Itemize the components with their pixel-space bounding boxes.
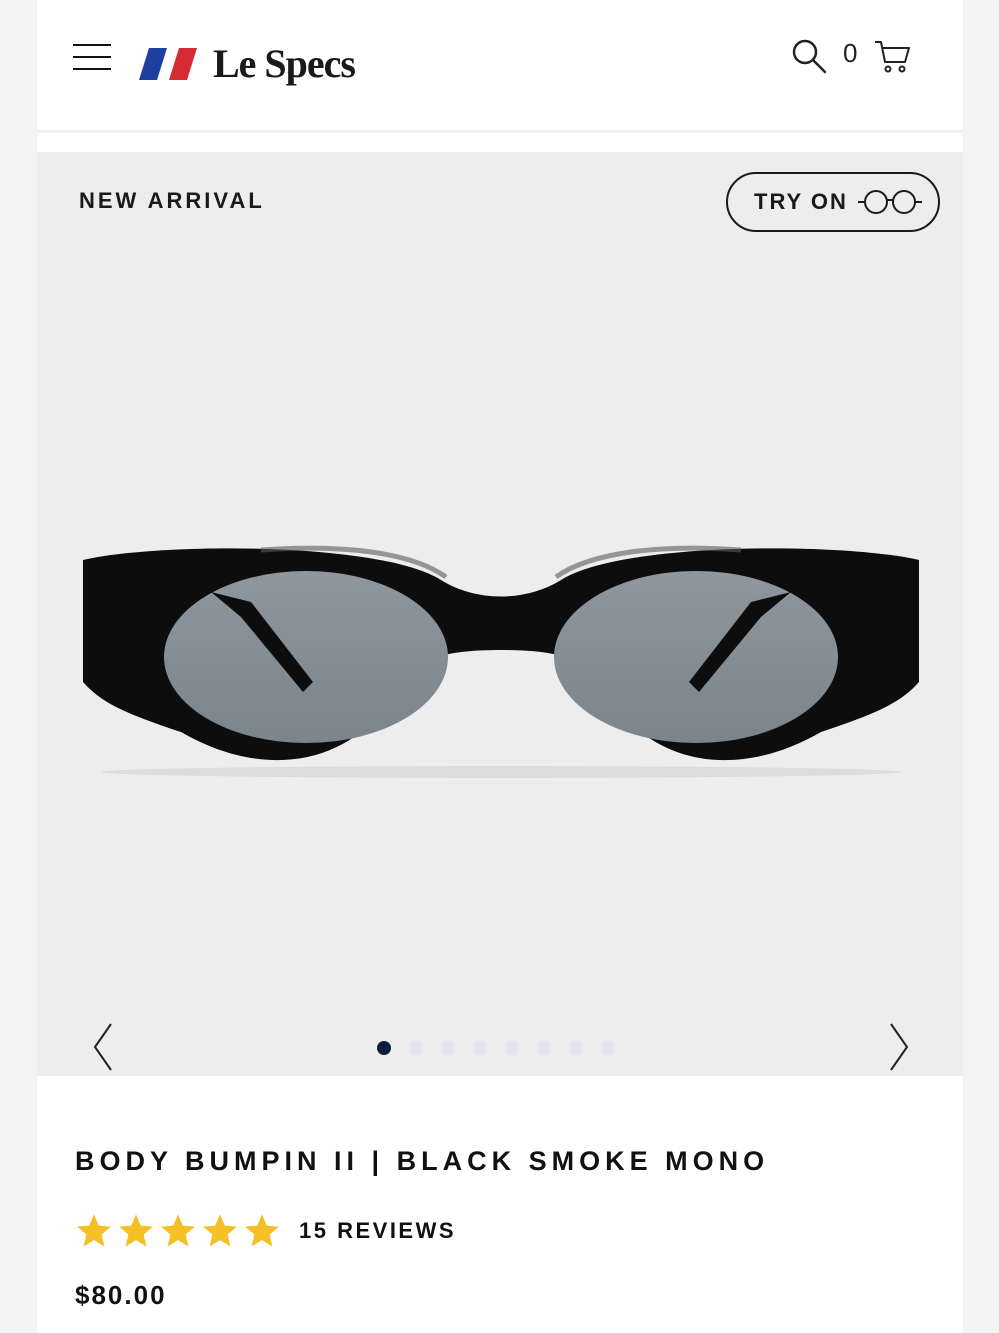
cart-count: 0 bbox=[843, 38, 858, 68]
glasses-icon bbox=[857, 190, 922, 214]
slide-dot-3[interactable] bbox=[441, 1041, 455, 1055]
site-header: Le Specs 0 bbox=[37, 0, 963, 133]
chevron-left-icon[interactable] bbox=[89, 1022, 119, 1072]
slide-dot-6[interactable] bbox=[537, 1041, 551, 1055]
rating-summary[interactable]: 15 REVIEWS bbox=[75, 1212, 456, 1250]
slide-dot-2[interactable] bbox=[409, 1041, 423, 1055]
reviews-link[interactable]: 15 REVIEWS bbox=[299, 1218, 456, 1244]
star-icon bbox=[203, 1214, 237, 1247]
star-icon bbox=[161, 1214, 195, 1247]
cart-icon[interactable] bbox=[873, 38, 913, 74]
try-on-button[interactable]: TRY ON bbox=[726, 172, 940, 232]
new-arrival-badge: NEW ARRIVAL bbox=[79, 188, 265, 213]
try-on-label: TRY ON bbox=[754, 189, 848, 214]
slide-dot-1[interactable] bbox=[377, 1041, 391, 1055]
slide-indicators bbox=[377, 1041, 615, 1055]
star-icon bbox=[245, 1214, 279, 1247]
product-title: BODY BUMPIN II | BLACK SMOKE MONO bbox=[75, 1146, 770, 1176]
product-image-sunglasses bbox=[83, 545, 919, 778]
product-gallery[interactable]: NEW ARRIVAL TRY ON bbox=[37, 152, 963, 1076]
search-icon[interactable] bbox=[789, 36, 829, 76]
chevron-right-icon[interactable] bbox=[883, 1022, 913, 1072]
brand-name: Le Specs bbox=[213, 41, 356, 86]
product-price: $80.00 bbox=[75, 1280, 167, 1310]
star-icon bbox=[119, 1214, 153, 1247]
star-rating bbox=[75, 1212, 281, 1250]
slide-dot-8[interactable] bbox=[601, 1041, 615, 1055]
product-page: Le Specs 0 NEW ARRIVAL TRY ON BODY BUMPI… bbox=[37, 0, 963, 1333]
slide-dot-5[interactable] bbox=[505, 1041, 519, 1055]
slide-dot-4[interactable] bbox=[473, 1041, 487, 1055]
menu-icon[interactable] bbox=[73, 44, 111, 74]
slide-dot-7[interactable] bbox=[569, 1041, 583, 1055]
star-icon bbox=[77, 1214, 111, 1247]
flag-stripes-icon bbox=[139, 48, 197, 80]
